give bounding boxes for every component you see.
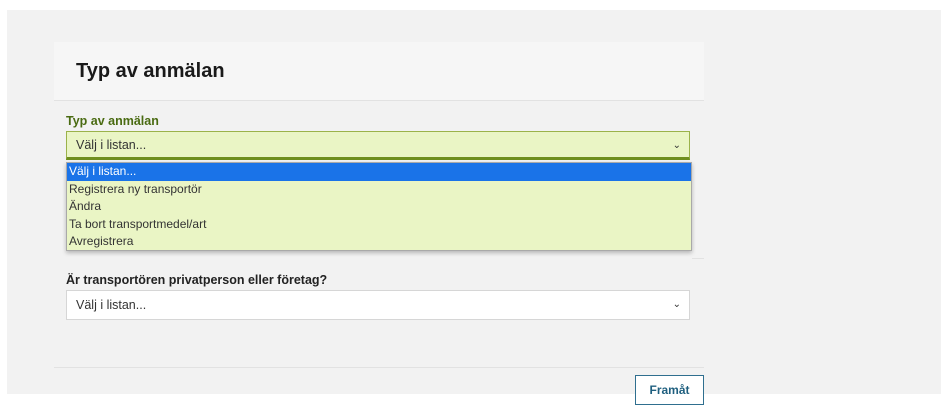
notification-type-dropdown: Välj i listan... Registrera ny transport… <box>66 162 692 251</box>
chevron-down-icon: ⌄ <box>672 299 681 310</box>
notification-type-value: Välj i listan... <box>76 138 147 152</box>
card-header: Typ av anmälan <box>54 42 704 101</box>
private-or-company-select[interactable]: Välj i listan... ⌄ <box>66 290 690 320</box>
dropdown-option[interactable]: Ta bort transportmedel/art <box>67 216 691 234</box>
dropdown-option[interactable]: Avregistrera <box>67 233 691 251</box>
footer-divider <box>54 367 704 368</box>
section-divider <box>692 258 704 259</box>
private-or-company-label: Är transportören privatperson eller före… <box>66 273 328 287</box>
private-or-company-value: Välj i listan... <box>76 298 147 312</box>
dropdown-option[interactable]: Välj i listan... <box>67 163 691 181</box>
page-title: Typ av anmälan <box>76 60 225 82</box>
dropdown-option[interactable]: Registrera ny transportör <box>67 181 691 199</box>
chevron-down-icon: ⌄ <box>672 140 681 151</box>
dropdown-option[interactable]: Ändra <box>67 198 691 216</box>
notification-type-select[interactable]: Välj i listan... ⌄ <box>66 131 690 160</box>
notification-type-label: Typ av anmälan <box>66 114 159 128</box>
next-button[interactable]: Framåt <box>635 375 704 405</box>
